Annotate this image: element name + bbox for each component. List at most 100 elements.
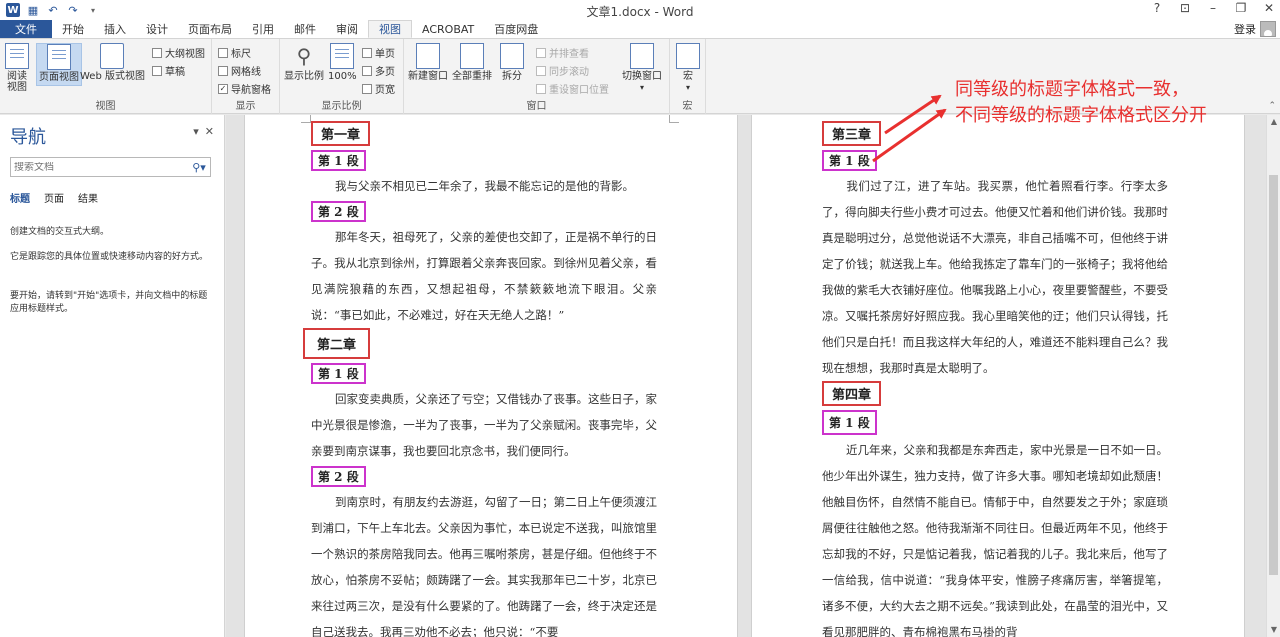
help-button[interactable]: ? [1150,1,1164,15]
signin-area[interactable]: 登录 [1234,20,1276,38]
body-paragraph[interactable]: 到南京时，有朋友约去游逛，勾留了一日；第二日上午便须渡江到浦口，下午上车北去。父… [311,489,657,637]
split-label: 拆分 [502,71,522,82]
section-heading[interactable]: 第 1 段 [822,410,877,435]
gridlines-checkbox[interactable]: 网格线 [218,63,261,78]
draft-button[interactable]: 草稿 [152,63,185,78]
document-page-1[interactable]: 第一章 第 1 段 我与父亲不相见已二年余了，我最不能忘记的是他的背影。 第 2… [244,115,738,637]
tab-file[interactable]: 文件 [0,20,52,38]
zoom-button[interactable]: ⚲ 显示比例 [284,43,324,83]
one-page-button[interactable]: 单页 [362,45,395,60]
document-page-2[interactable]: 第三章 第 1 段 我们过了江，进了车站。我买票，他忙着照看行李。行李太多了，得… [751,115,1245,637]
customize-qa-icon[interactable]: ▾ [86,3,100,17]
scroll-up-icon[interactable]: ▲ [1267,115,1280,129]
margin-corner-mark [669,115,679,123]
section-heading[interactable]: 第 1 段 [311,363,366,384]
tab-references[interactable]: 引用 [242,20,284,38]
show-group: 标尺 网格线 ✓ 导航窗格 显示 [212,39,280,114]
section-heading[interactable]: 第 1 段 [311,150,366,171]
annotation-line-1: 同等级的标题字体格式一致， [955,79,1189,100]
zoom-100-button[interactable]: 100% [328,43,357,82]
nav-pane-checkbox[interactable]: ✓ 导航窗格 [218,81,271,96]
undo-icon[interactable]: ↶ [46,3,60,17]
navigation-pane: 导航 ▾ ✕ ⚲▾ 标题 页面 结果 创建文档的交互式大纲。 它是跟踪您的具体位… [0,115,225,637]
nav-tab-headings[interactable]: 标题 [10,190,30,205]
tab-home[interactable]: 开始 [52,20,94,38]
tab-page-layout[interactable]: 页面布局 [178,20,242,38]
chapter-heading[interactable]: 第二章 [303,328,371,359]
tab-acrobat[interactable]: ACROBAT [412,20,484,38]
read-mode-label: 阅读视图 [7,71,27,93]
minimize-button[interactable]: – [1206,1,1220,15]
nav-close-icon[interactable]: ✕ [205,125,214,138]
tab-view[interactable]: 视图 [368,20,412,38]
nav-pane-check-icon: ✓ [218,83,228,94]
new-window-label: 新建窗口 [408,71,448,82]
print-layout-button[interactable]: 页面视图 [36,43,82,86]
chapter-heading[interactable]: 第三章 [822,121,882,146]
close-button[interactable]: ✕ [1262,1,1276,15]
collapse-ribbon-icon[interactable]: ⌃ [1268,101,1276,111]
body-paragraph[interactable]: 我与父亲不相见已二年余了，我最不能忘记的是他的背影。 [311,173,657,199]
section-heading[interactable]: 第 1 段 [822,150,877,171]
window-group-label: 窗口 [526,101,547,112]
zoom-group-label: 显示比例 [321,101,362,112]
tab-design[interactable]: 设计 [136,20,178,38]
split-button[interactable]: 拆分 [500,43,524,82]
nav-search-box[interactable]: ⚲▾ [10,157,211,177]
chapter-heading[interactable]: 第一章 [311,121,371,146]
outline-button[interactable]: 大纲视图 [152,45,205,60]
nav-controls: ▾ ✕ [193,125,214,138]
body-paragraph[interactable]: 近几年来，父亲和我都是东奔西走，家中光景是一日不如一日。他少年出外谋生，独力支持… [822,437,1168,637]
nav-tab-results[interactable]: 结果 [78,190,98,205]
section-heading[interactable]: 第 2 段 [311,466,366,487]
scroll-thumb[interactable] [1269,175,1278,575]
arrange-all-button[interactable]: 全部重排 [452,43,492,82]
chapter-heading[interactable]: 第四章 [822,381,882,406]
page-2-content[interactable]: 第三章 第 1 段 我们过了江，进了车站。我买票，他忙着照看行李。行李太多了，得… [822,121,1168,637]
window-controls: ? ⊡ – ❐ ✕ [1150,1,1276,15]
signin-label[interactable]: 登录 [1234,21,1256,37]
search-icon[interactable]: ⚲▾ [188,161,210,174]
one-page-icon [362,47,372,58]
read-mode-button[interactable]: 阅读视图 [4,43,30,93]
sync-scroll-label: 同步滚动 [549,67,589,78]
tab-insert[interactable]: 插入 [94,20,136,38]
redo-icon[interactable]: ↷ [66,3,80,17]
tab-baidu-netdisk[interactable]: 百度网盘 [484,20,548,38]
sync-scroll-button[interactable]: 同步滚动 [536,63,589,78]
side-by-side-button[interactable]: 并排查看 [536,45,589,60]
page-1-content[interactable]: 第一章 第 1 段 我与父亲不相见已二年余了，我最不能忘记的是他的背影。 第 2… [303,121,657,637]
body-paragraph[interactable]: 回家变卖典质，父亲还了亏空；又借钱办了丧事。这些日子，家中光景很是惨澹，一半为了… [311,386,657,464]
document-area[interactable]: 第一章 第 1 段 我与父亲不相见已二年余了，我最不能忘记的是他的背影。 第 2… [226,115,1266,637]
multi-page-button[interactable]: 多页 [362,63,395,78]
tab-mailings[interactable]: 邮件 [284,20,326,38]
new-window-button[interactable]: 新建窗口 [408,43,448,82]
paragraph-text: 到南京时，有朋友约去游逛，勾留了一日；第二日上午便须渡江到浦口，下午上车北去。父… [311,495,657,637]
macros-button[interactable]: 宏 ▾ [676,43,700,93]
restore-button[interactable]: ❐ [1234,1,1248,15]
avatar[interactable] [1260,21,1276,37]
ruler-checkbox[interactable]: 标尺 [218,45,251,60]
nav-message-3: 要开始，请转到"开始"选项卡，并向文档中的标题应用标题样式。 [10,291,208,314]
zoom-group: ⚲ 显示比例 100% 单页 多页 页宽 显示比例 [280,39,404,114]
body-paragraph[interactable]: 那年冬天，祖母死了，父亲的差使也交卸了，正是祸不单行的日子。我从北京到徐州，打算… [311,224,657,328]
scroll-down-icon[interactable]: ▼ [1267,623,1280,637]
page-width-button[interactable]: 页宽 [362,81,395,96]
body-paragraph[interactable]: 我们过了江，进了车站。我买票，他忙着照看行李。行李太多了，得向脚夫行些小费才可过… [822,173,1168,381]
tab-review[interactable]: 审阅 [326,20,368,38]
ribbon-display-button[interactable]: ⊡ [1178,1,1192,15]
switch-window-button[interactable]: 切换窗口 ▾ [622,43,662,93]
nav-tab-pages[interactable]: 页面 [44,190,64,205]
save-icon[interactable]: ▦ [26,3,40,17]
zoom-label: 显示比例 [284,71,324,82]
web-layout-button[interactable]: Web 版式视图 [80,43,145,82]
print-layout-icon [47,44,71,70]
section-heading[interactable]: 第 2 段 [311,201,366,222]
gridlines-label: 网格线 [231,67,261,78]
nav-message-2: 它是跟踪您的具体位置或快速移动内容的好方式。 [10,252,209,262]
nav-search-input[interactable] [11,161,188,173]
vertical-scrollbar[interactable]: ▲ ▼ [1266,115,1280,637]
arrange-all-icon [460,43,484,69]
reset-position-button[interactable]: 重设窗口位置 [536,81,609,96]
nav-options-icon[interactable]: ▾ [193,125,199,138]
